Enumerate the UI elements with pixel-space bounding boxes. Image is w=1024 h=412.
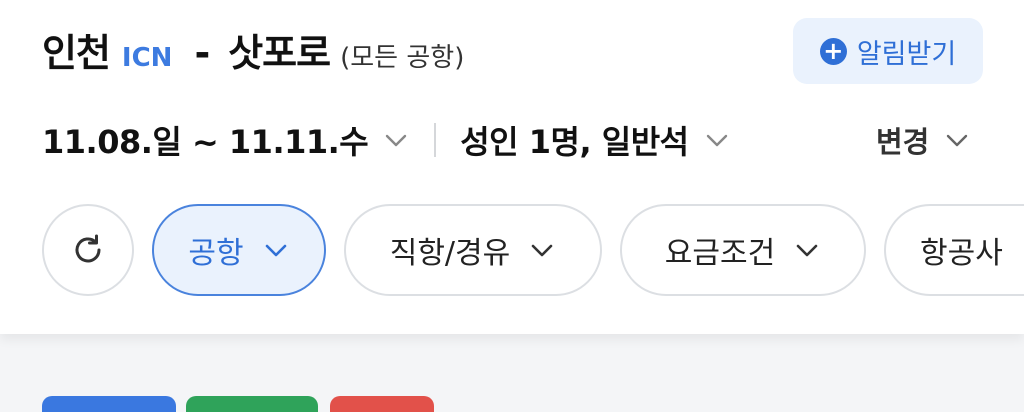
divider	[434, 123, 437, 157]
refresh-icon	[75, 234, 101, 263]
filter-chip-label: 직항/경유	[389, 236, 511, 271]
chevron-down-icon	[531, 244, 553, 257]
chevron-down-icon	[386, 134, 407, 147]
filter-chip-label: 공항	[188, 236, 244, 271]
filter-chip-fare-conditions[interactable]: 요금조건	[620, 204, 866, 296]
destination-note: (모든 공항)	[340, 43, 465, 73]
change-label: 변경	[876, 125, 930, 159]
filter-chip-label: 요금조건	[664, 236, 776, 271]
chevron-down-icon	[265, 244, 286, 257]
price-alert-label: 알림받기	[856, 38, 957, 70]
chevron-down-icon	[947, 134, 968, 147]
price-alert-button[interactable]: + 알림받기	[793, 18, 983, 84]
chevron-down-icon	[796, 244, 818, 257]
route-title: 인천 ICN - 삿포로 (모든 공항)	[42, 22, 464, 77]
destination-city: 삿포로	[228, 31, 331, 75]
origin-city: 인천	[42, 31, 111, 75]
filter-chip-airline[interactable]: 항공사	[884, 204, 1024, 296]
trip-dates: 11.08.일 ~ 11.11.수	[42, 123, 369, 161]
origin-code: ICN	[121, 43, 173, 73]
trip-summary: 11.08.일 ~ 11.11.수 성인 1명, 일반석	[42, 112, 731, 168]
plus-circle-icon: +	[819, 37, 847, 65]
refresh-button[interactable]	[42, 204, 134, 296]
filter-chip-label: 항공사	[920, 236, 1003, 271]
result-badge	[186, 396, 318, 412]
filter-chips: 공항 직항/경유 요금조건 항공사	[42, 204, 1024, 296]
date-selector[interactable]: 11.08.일 ~ 11.11.수	[42, 117, 410, 163]
filter-chip-stops[interactable]: 직항/경유	[344, 204, 602, 296]
result-badge	[330, 396, 434, 412]
route-dash: -	[194, 31, 211, 75]
passenger-selector[interactable]: 성인 1명, 일반석	[460, 117, 730, 163]
filter-chip-airport[interactable]: 공항	[152, 204, 326, 296]
result-badges-peek	[0, 396, 1024, 412]
passenger-class: 성인 1명, 일반석	[460, 123, 689, 161]
flight-search-header: 인천 ICN - 삿포로 (모든 공항) + 알림받기 11.08.일 ~ 11…	[0, 0, 1024, 334]
change-button[interactable]: 변경	[876, 112, 971, 168]
chevron-down-icon	[706, 134, 727, 147]
result-badge	[42, 396, 176, 412]
